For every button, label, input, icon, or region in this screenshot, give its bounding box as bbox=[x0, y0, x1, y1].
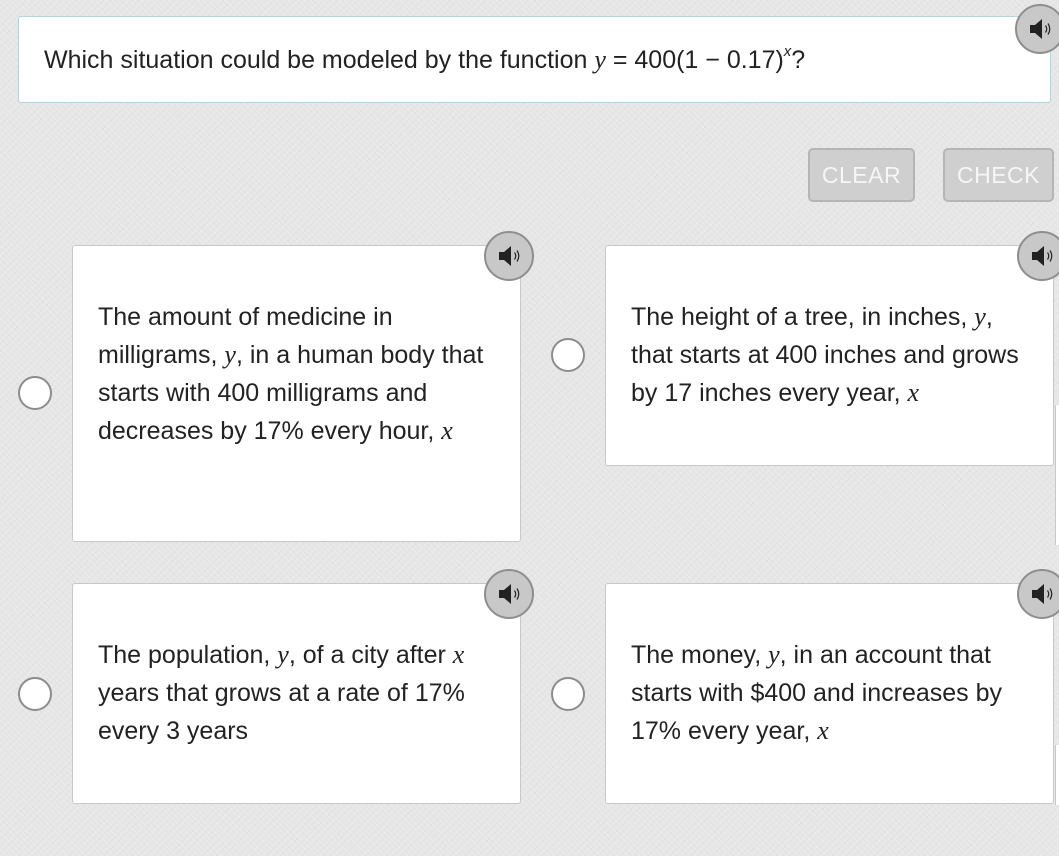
option-3-radio[interactable] bbox=[18, 677, 52, 711]
option-4-text: The money, y, in an account that starts … bbox=[631, 640, 1002, 745]
question-suffix: ? bbox=[791, 45, 806, 74]
question-equation: = 400(1 − 0.17) bbox=[605, 45, 784, 74]
option-3-audio-button[interactable] bbox=[484, 569, 534, 619]
option-1-radio[interactable] bbox=[18, 376, 52, 410]
option-4-var: y bbox=[768, 640, 780, 669]
option-3-text-part: years that grows at a rate of 17% every … bbox=[98, 679, 465, 745]
option-2-var: x bbox=[907, 378, 920, 407]
speaker-icon bbox=[1032, 584, 1053, 604]
option-2-radio[interactable] bbox=[551, 338, 585, 372]
next-card-edge bbox=[1055, 745, 1059, 805]
option-4-var: x bbox=[817, 716, 829, 745]
option-1-var: y bbox=[224, 340, 236, 369]
option-1-text: The amount of medicine in milligrams, y,… bbox=[98, 303, 483, 445]
question-box: Which situation could be modeled by the … bbox=[18, 16, 1051, 103]
question-exponent: x bbox=[783, 43, 792, 61]
option-4-text-part: The money, bbox=[631, 641, 769, 669]
option-3-var: x bbox=[452, 640, 465, 669]
check-button[interactable]: CHECK bbox=[943, 148, 1054, 202]
question-prefix: Which situation could be modeled by the … bbox=[44, 45, 595, 74]
option-1-card[interactable]: The amount of medicine in milligrams, y,… bbox=[72, 245, 521, 542]
question-audio-button[interactable] bbox=[1015, 4, 1059, 54]
next-card-edge bbox=[1055, 405, 1059, 545]
option-4-card[interactable]: The money, y, in an account that starts … bbox=[605, 583, 1054, 804]
option-4-radio[interactable] bbox=[551, 677, 585, 711]
option-3-text-part: , of a city after bbox=[288, 641, 453, 669]
question-text: Which situation could be modeled by the … bbox=[44, 43, 806, 75]
speaker-icon bbox=[1032, 246, 1053, 266]
option-2-card[interactable]: The height of a tree, in inches, y, that… bbox=[605, 245, 1054, 466]
speaker-icon bbox=[499, 584, 520, 604]
option-1-audio-button[interactable] bbox=[484, 231, 534, 281]
option-2-var: y bbox=[974, 302, 986, 331]
clear-button[interactable]: CLEAR bbox=[808, 148, 915, 202]
option-4-audio-button[interactable] bbox=[1017, 569, 1059, 619]
option-3-text: The population, y, of a city after x yea… bbox=[98, 640, 465, 745]
speaker-icon bbox=[499, 246, 520, 266]
option-2-text: The height of a tree, in inches, y, that… bbox=[631, 302, 1019, 407]
speaker-icon bbox=[1030, 19, 1051, 39]
option-2-text-part: The height of a tree, in inches, bbox=[631, 303, 975, 331]
option-3-card[interactable]: The population, y, of a city after x yea… bbox=[72, 583, 521, 804]
option-3-var: y bbox=[277, 640, 289, 669]
option-3-text-part: The population, bbox=[98, 641, 278, 669]
option-1-var: x bbox=[441, 416, 453, 445]
question-var-y: y bbox=[594, 44, 606, 74]
option-2-audio-button[interactable] bbox=[1017, 231, 1059, 281]
